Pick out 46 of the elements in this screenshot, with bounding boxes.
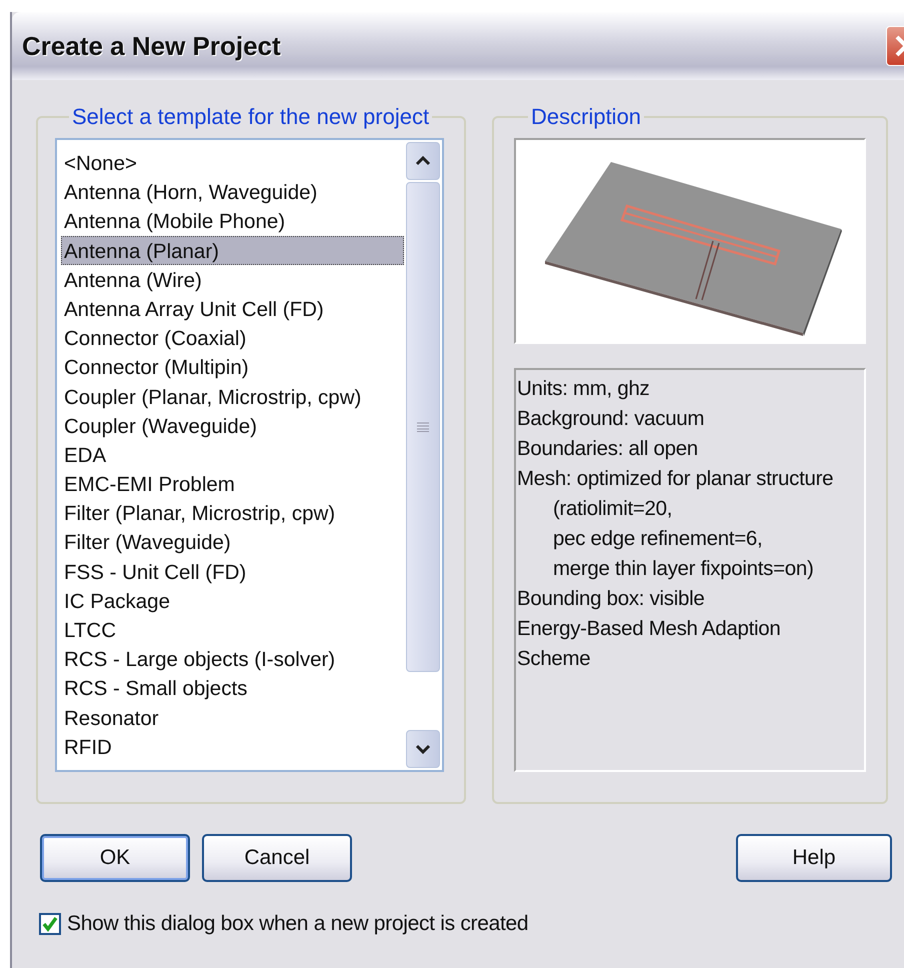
template-item[interactable]: Antenna (Planar) bbox=[61, 236, 404, 265]
scrollbar-thumb[interactable] bbox=[406, 182, 440, 672]
template-item[interactable]: Resonator bbox=[61, 702, 404, 732]
description-line: (ratiolimit=20, bbox=[552, 496, 674, 522]
template-item[interactable]: Connector (Coaxial) bbox=[61, 323, 404, 352]
template-item[interactable]: LTCC bbox=[61, 615, 404, 644]
window-title: Create a New Project bbox=[22, 30, 281, 62]
template-item[interactable]: Antenna (Mobile Phone) bbox=[61, 206, 404, 236]
template-item[interactable]: RCS - Large objects (I-solver) bbox=[61, 644, 404, 674]
template-item[interactable]: RFID bbox=[61, 732, 404, 761]
checkbox[interactable] bbox=[39, 913, 61, 935]
group-label: Description bbox=[530, 104, 642, 130]
template-item[interactable]: Connector (Multipin) bbox=[61, 352, 404, 382]
cancel-button[interactable]: Cancel bbox=[202, 834, 352, 882]
chevron-up-icon bbox=[415, 156, 431, 166]
description-line: Units: mm, ghz bbox=[517, 376, 650, 402]
template-item[interactable]: EMC-EMI Problem bbox=[61, 469, 404, 498]
description-line: Background: vacuum bbox=[517, 406, 706, 432]
help-button[interactable]: Help bbox=[736, 834, 892, 882]
template-item[interactable]: Filter (Waveguide) bbox=[61, 527, 404, 557]
grip-icon bbox=[417, 422, 429, 432]
group-label: Select a template for the new project bbox=[71, 104, 430, 130]
description-line: Bounding box: visible bbox=[517, 586, 706, 612]
template-item[interactable]: IC Package bbox=[61, 586, 404, 615]
template-item[interactable]: <None> bbox=[61, 148, 404, 178]
description-line: Boundaries: all open bbox=[517, 436, 699, 462]
template-item[interactable]: Antenna Array Unit Cell (FD) bbox=[61, 294, 404, 324]
template-item[interactable]: Coupler (Waveguide) bbox=[61, 410, 404, 440]
scroll-up-button[interactable] bbox=[406, 142, 440, 180]
description-line: pec edge refinement=6, bbox=[552, 526, 764, 552]
template-item[interactable]: Antenna (Horn, Waveguide) bbox=[61, 177, 404, 206]
template-item[interactable]: Filter (Planar, Microstrip, cpw) bbox=[61, 498, 404, 528]
template-item[interactable]: Antenna (Wire) bbox=[61, 264, 404, 294]
scroll-down-button[interactable] bbox=[406, 730, 440, 768]
check-icon bbox=[42, 916, 58, 932]
description-line: Scheme bbox=[517, 646, 592, 672]
template-item[interactable]: Coupler (Planar, Microstrip, cpw) bbox=[61, 382, 404, 411]
template-item[interactable]: FSS - Unit Cell (FD) bbox=[61, 556, 404, 586]
description-line: Energy-Based Mesh Adaption bbox=[517, 616, 782, 642]
chevron-down-icon bbox=[415, 744, 431, 754]
template-item[interactable]: RCS - Small objects bbox=[61, 673, 404, 703]
checkbox-label[interactable]: Show this dialog box when a new project is created bbox=[67, 912, 528, 936]
description-line: Mesh: optimized for planar structure bbox=[517, 466, 834, 492]
description-line: merge thin layer fixpoints=on) bbox=[552, 556, 814, 582]
template-item[interactable]: EDA bbox=[61, 440, 404, 470]
ok-button[interactable]: OK bbox=[40, 834, 190, 882]
